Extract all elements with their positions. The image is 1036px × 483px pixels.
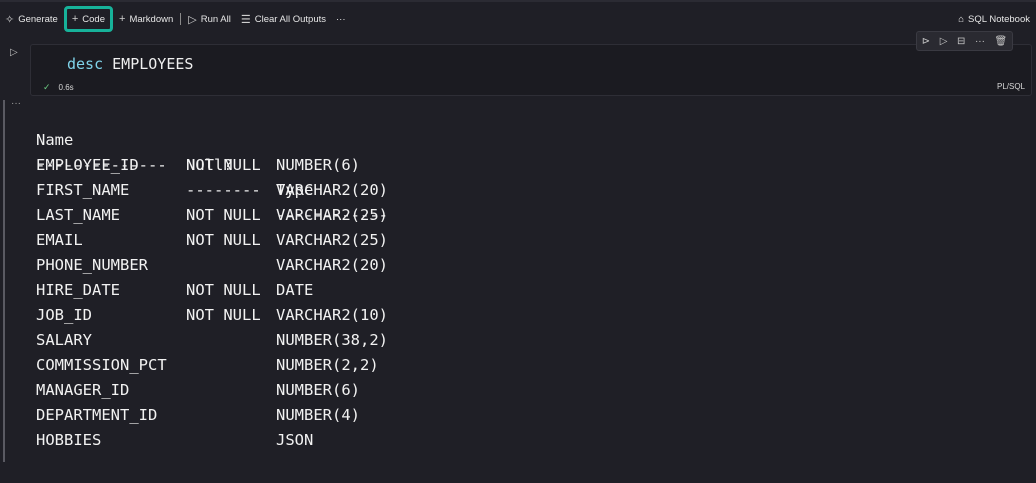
column-null: NOT NULL [186, 306, 261, 324]
run-cell-icon[interactable]: ▷ [10, 47, 18, 58]
column-name: MANAGER_ID [36, 381, 130, 399]
run-below-icon[interactable]: ▷ [940, 36, 948, 47]
column-type: VARCHAR2(25) [276, 231, 388, 249]
delete-icon[interactable]: 🗑 [995, 36, 1008, 47]
add-markdown-cell-button[interactable]: + Markdown [114, 7, 178, 31]
output-row: FIRST_NAME VARCHAR2(20) [36, 178, 388, 203]
output-row: DEPARTMENT_ID NUMBER(4) [36, 403, 360, 428]
more-icon[interactable]: ··· [975, 36, 985, 47]
column-type: VARCHAR2(10) [276, 306, 388, 324]
clear-all-outputs-button[interactable]: ☰ Clear All Outputs [236, 7, 331, 31]
run-above-icon[interactable]: ⊳ [922, 36, 930, 47]
success-check-icon: ✓ [43, 82, 51, 92]
column-type: NUMBER(38,2) [276, 331, 388, 349]
column-name: LAST_NAME [36, 206, 120, 224]
output-row: JOB_ID NOT NULL VARCHAR2(10) [36, 303, 388, 328]
column-name: EMAIL [36, 231, 83, 249]
generate-button[interactable]: ✧ Generate [0, 7, 63, 31]
execution-status: ✓ 0.6s [43, 82, 74, 93]
output-underline-row: -------------- -------- ------------ [36, 128, 388, 224]
run-all-button[interactable]: ▷ Run All [183, 7, 236, 31]
run-all-icon: ▷ [188, 13, 197, 26]
output-row: EMAIL NOT NULL VARCHAR2(25) [36, 228, 388, 253]
output-row: COMMISSION_PCT NUMBER(2,2) [36, 353, 379, 378]
output-row: PHONE_NUMBER VARCHAR2(20) [36, 253, 388, 278]
column-name: HOBBIES [36, 431, 102, 449]
column-type: VARCHAR2(25) [276, 206, 388, 224]
clear-outputs-label: Clear All Outputs [254, 13, 327, 25]
generate-label: Generate [18, 13, 58, 25]
code-cell[interactable]: desc EMPLOYEES ✓ 0.6s PL/SQL [30, 44, 1032, 96]
run-all-label: Run All [200, 13, 231, 25]
output-row: SALARY NUMBER(38,2) [36, 328, 388, 353]
column-name: HIRE_DATE [36, 281, 120, 299]
column-null: NOT NULL [186, 231, 261, 249]
execution-duration: 0.6s [58, 83, 74, 92]
code-target: EMPLOYEES [112, 55, 194, 73]
output-row: HOBBIES JSON [36, 428, 313, 453]
more-icon: ··· [336, 13, 346, 25]
code-keyword: desc [67, 55, 104, 73]
column-null: NOT NULL [186, 206, 261, 224]
sparkle-icon: ✧ [5, 13, 15, 26]
plus-icon: + [71, 13, 79, 25]
output-row: HIRE_DATE NOT NULL DATE [36, 278, 313, 303]
output-row: EMPLOYEE_ID NOT NULL NUMBER(6) [36, 153, 360, 178]
output-collapse-bar[interactable] [3, 100, 5, 462]
output-header-row: Name Null? Type [36, 103, 313, 199]
column-type: DATE [276, 281, 314, 299]
markdown-label: Markdown [129, 13, 174, 25]
clear-list-icon: ☰ [240, 13, 251, 26]
column-name: DEPARTMENT_ID [36, 406, 158, 424]
column-name: SALARY [36, 331, 92, 349]
column-name: JOB_ID [36, 306, 92, 324]
column-name: EMPLOYEE_ID [36, 156, 139, 174]
column-type: VARCHAR2(20) [276, 256, 388, 274]
kernel-picker[interactable]: ⌂ SQL Notebook [958, 4, 1030, 34]
cell-output: Name Null? Type -------------- -------- … [36, 103, 388, 453]
toolbar-divider [180, 13, 182, 25]
column-null: NOT NULL [186, 281, 261, 299]
toolbar-more-button[interactable]: ··· [331, 7, 351, 31]
code-label: Code [82, 13, 105, 25]
column-name: PHONE_NUMBER [36, 256, 148, 274]
column-type: NUMBER(6) [276, 381, 360, 399]
output-row: MANAGER_ID NUMBER(6) [36, 378, 360, 403]
add-code-cell-button[interactable]: + Code [63, 6, 113, 32]
split-cell-icon[interactable]: ⊟ [957, 36, 965, 47]
column-type: NUMBER(4) [276, 406, 360, 424]
column-name: FIRST_NAME [36, 181, 130, 199]
output-row: LAST_NAME NOT NULL VARCHAR2(25) [36, 203, 388, 228]
cell-language[interactable]: PL/SQL [997, 82, 1025, 91]
notebook-kernel-icon: ⌂ [958, 13, 965, 25]
notebook-toolbar: ✧ Generate + Code + Markdown ▷ Run All ☰… [0, 4, 1036, 34]
kernel-label: SQL Notebook [968, 13, 1030, 25]
column-null: NOT NULL [186, 156, 261, 174]
column-type: NUMBER(2,2) [276, 356, 379, 374]
editor-tab-strip [0, 0, 1036, 2]
column-type: VARCHAR2(20) [276, 181, 388, 199]
underline-null: -------- [186, 181, 261, 199]
column-type: JSON [276, 431, 314, 449]
cell-toolbar: ⊳ ▷ ⊟ ··· 🗑 [916, 31, 1013, 51]
column-name: COMMISSION_PCT [36, 356, 167, 374]
code-editor-line[interactable]: desc EMPLOYEES [67, 55, 193, 73]
output-more-icon[interactable]: ··· [11, 98, 21, 109]
column-type: NUMBER(6) [276, 156, 360, 174]
plus-icon: + [119, 13, 126, 25]
